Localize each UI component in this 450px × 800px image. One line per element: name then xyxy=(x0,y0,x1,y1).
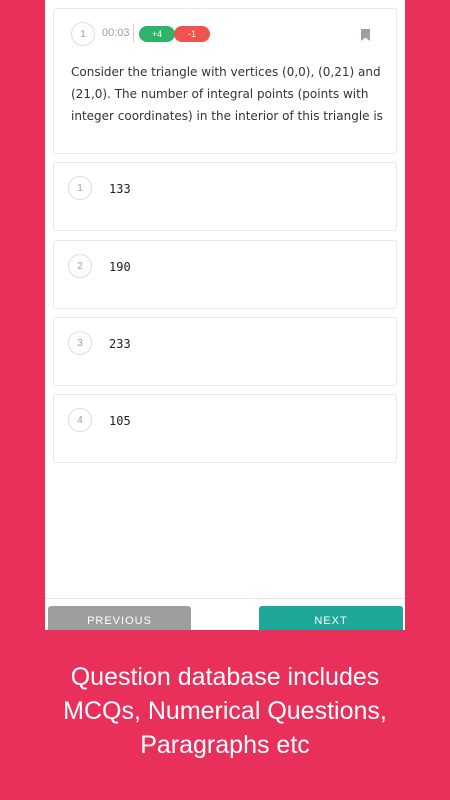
question-timer: 00:03 xyxy=(102,27,130,39)
question-number: 1 xyxy=(71,22,95,46)
app-screen: 1 00:03 +4 -1 Consider the triangle with… xyxy=(45,0,405,630)
question-card: 1 00:03 +4 -1 Consider the triangle with… xyxy=(53,8,397,154)
option-number: 1 xyxy=(68,176,92,200)
option-1[interactable]: 1 133 xyxy=(53,162,397,231)
negative-marks-badge: -1 xyxy=(174,26,210,42)
option-4[interactable]: 4 105 xyxy=(53,394,397,463)
caption-line-3: Paragraphs etc xyxy=(140,731,310,759)
option-3[interactable]: 3 233 xyxy=(53,317,397,386)
bookmark-icon[interactable] xyxy=(361,28,370,46)
bottom-divider xyxy=(45,598,405,599)
previous-button[interactable]: PREVIOUS xyxy=(48,606,191,630)
caption-line-1: Question database includes xyxy=(70,663,380,691)
option-text: 190 xyxy=(109,260,131,274)
option-number: 4 xyxy=(68,408,92,432)
positive-marks-badge: +4 xyxy=(139,26,175,42)
option-text: 133 xyxy=(109,182,131,196)
promo-caption: Question database includes MCQs, Numeric… xyxy=(0,660,450,762)
option-number: 3 xyxy=(68,331,92,355)
caption-line-2: MCQs, Numerical Questions, xyxy=(63,697,387,725)
option-2[interactable]: 2 190 xyxy=(53,240,397,309)
option-text: 105 xyxy=(109,414,131,428)
option-number: 2 xyxy=(68,254,92,278)
question-text: Consider the triangle with vertices (0,0… xyxy=(71,65,383,123)
next-button[interactable]: NEXT xyxy=(259,606,403,630)
timer-divider xyxy=(133,24,134,43)
option-text: 233 xyxy=(109,337,131,351)
